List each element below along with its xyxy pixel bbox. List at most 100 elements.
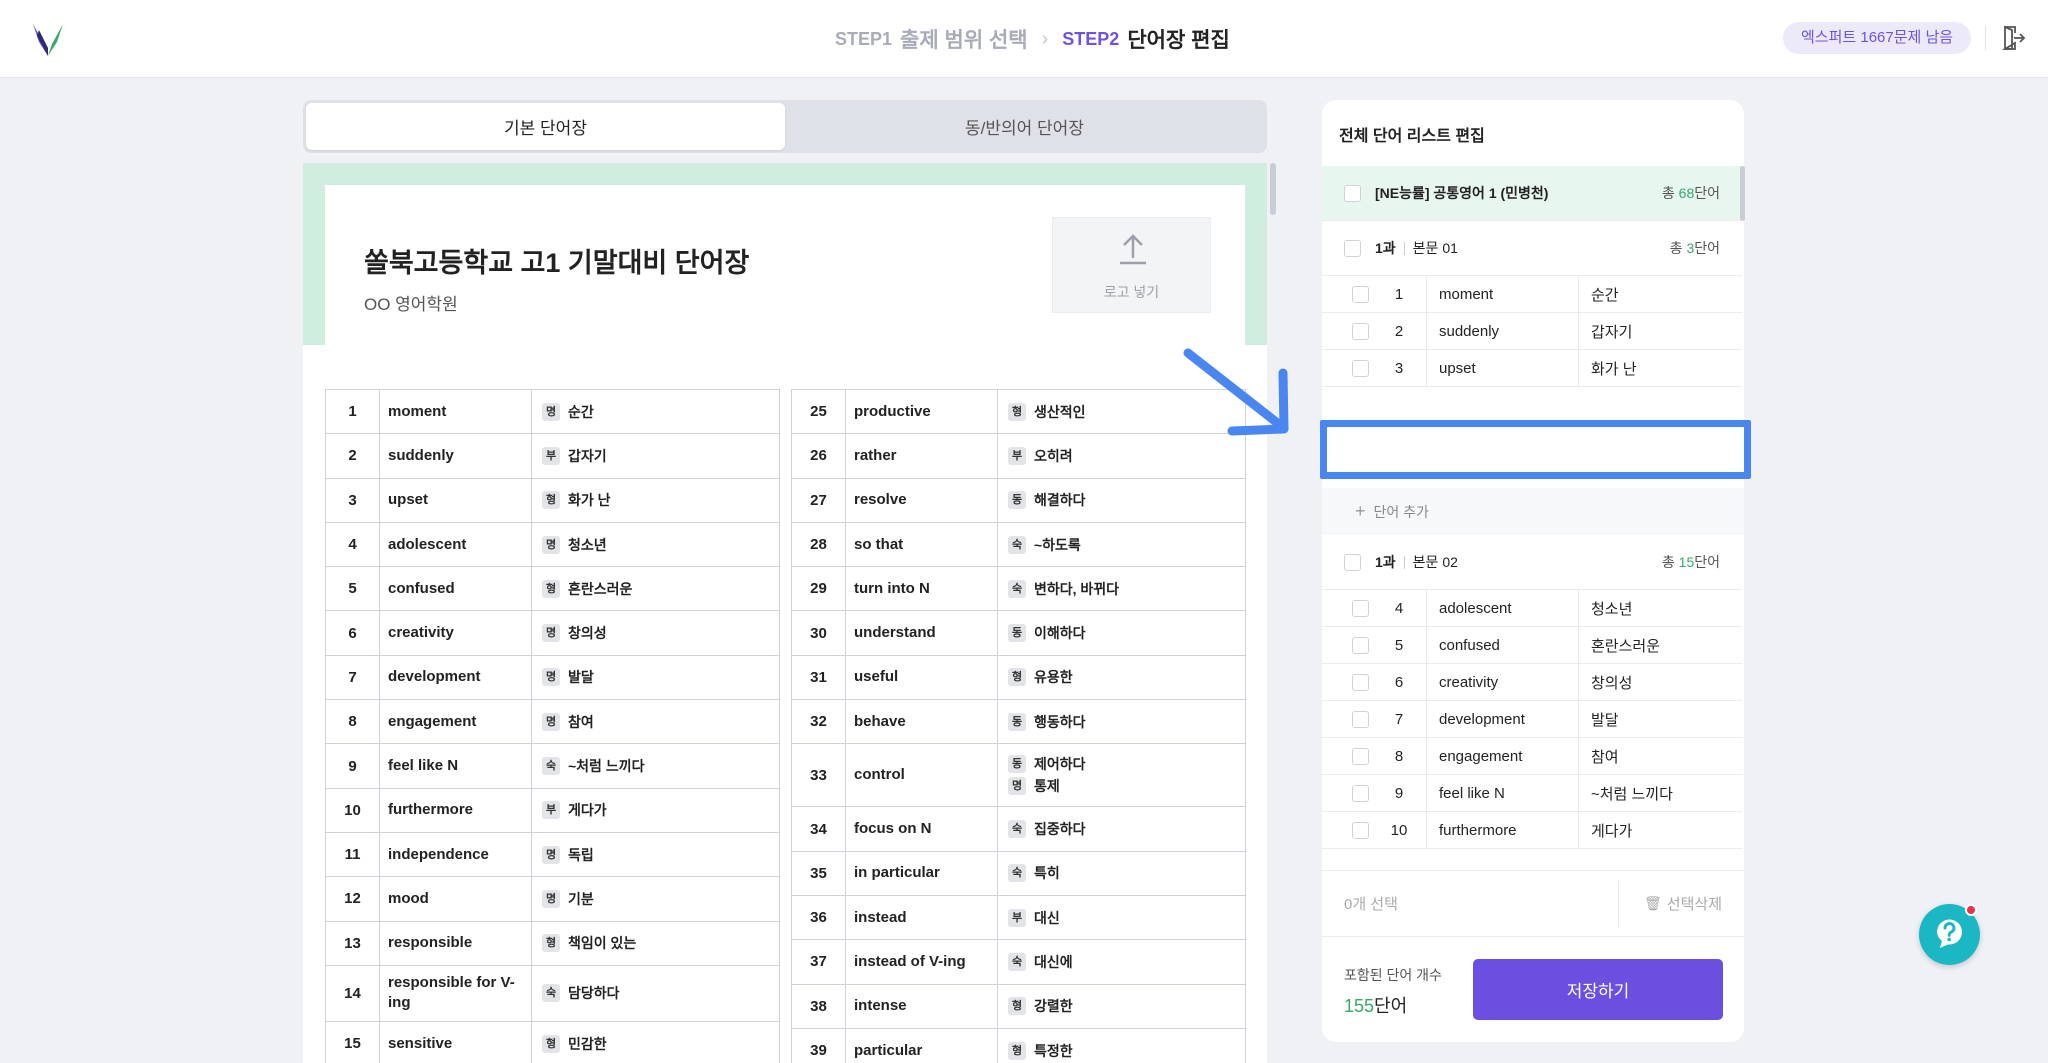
checkbox[interactable] — [1352, 747, 1369, 765]
wordbook-title[interactable]: 쏠북고등학교 고1 기말대비 단어장 — [364, 241, 749, 280]
word-list-item[interactable]: 4 adolescent 청소년 — [1322, 590, 1742, 627]
help-chat-button[interactable] — [1919, 904, 1980, 965]
word-number: 7 — [1394, 710, 1404, 728]
korean-meaning-cell[interactable]: 게다가 — [1578, 812, 1742, 848]
highlight-box — [1320, 420, 1751, 479]
korean-meaning-cell[interactable]: 창의성 — [1578, 664, 1742, 700]
tab-synonym-wordbook[interactable]: 동/반의어 단어장 — [785, 103, 1264, 150]
korean-meaning-cell[interactable]: 참여 — [1578, 738, 1742, 774]
textbook-group-row[interactable]: [NE능률] 공통영어 1 (민병천) 총 68단어 — [1322, 166, 1742, 221]
english-word-cell[interactable]: creativity — [1426, 664, 1578, 700]
word-number: 3 — [325, 477, 380, 523]
word-table-row: 2 suddenly 부 갑자기 — [325, 433, 780, 479]
word-number: 11 — [325, 831, 380, 878]
lesson-row[interactable]: 1과 본문 01 총 3단어 — [1322, 221, 1742, 276]
part-of-speech-badge: 형 — [542, 491, 560, 510]
word-number: 29 — [791, 566, 846, 612]
step1-number[interactable]: STEP1 — [835, 29, 892, 50]
part-of-speech-badge: 형 — [1008, 997, 1026, 1016]
korean-meaning-cell[interactable]: 갑자기 — [1578, 313, 1742, 349]
checkbox[interactable] — [1352, 673, 1369, 691]
word-meaning: 명 발달 — [531, 654, 780, 701]
word-list-item[interactable]: 9 feel like N ~처럼 느끼다 — [1322, 775, 1742, 812]
meaning-text: 오히려 — [1034, 447, 1073, 464]
checkbox[interactable] — [1352, 710, 1369, 728]
checkbox[interactable] — [1352, 359, 1369, 377]
part-of-speech-badge: 형 — [1008, 668, 1026, 687]
lesson-row[interactable]: 1과 본문 02 총 15단어 — [1322, 535, 1742, 590]
english-word-cell[interactable]: moment — [1426, 276, 1578, 312]
add-word-button[interactable]: + 단어 추가 — [1322, 488, 1744, 535]
word-list-item[interactable]: 10 furthermore 게다가 — [1322, 812, 1742, 849]
checkbox[interactable] — [1352, 285, 1369, 303]
word-number: 9 — [1394, 784, 1404, 802]
checkbox[interactable] — [1352, 784, 1369, 802]
korean-meaning-cell[interactable]: 혼란스러운 — [1578, 627, 1742, 663]
part-of-speech-badge: 명 — [542, 624, 560, 643]
english-word-cell[interactable]: furthermore — [1426, 812, 1578, 848]
word-table-row: 25 productive 형 생산적인 — [791, 388, 1246, 435]
word-list-scrollbar[interactable] — [1740, 166, 1745, 221]
word-number: 37 — [791, 939, 846, 985]
word-number: 30 — [791, 610, 846, 656]
lesson-total: 총 15단어 — [1661, 554, 1720, 570]
lesson-number: 1과 — [1375, 240, 1396, 256]
korean-meaning-cell[interactable]: 청소년 — [1578, 590, 1742, 626]
step1-label[interactable]: 출제 범위 선택 — [900, 24, 1028, 54]
english-word-cell[interactable]: development — [1426, 701, 1578, 737]
academy-name[interactable]: OO 영어학원 — [364, 290, 458, 315]
checkbox[interactable] — [1344, 553, 1361, 571]
checkbox[interactable] — [1352, 821, 1369, 839]
english-word-cell[interactable]: confused — [1426, 627, 1578, 663]
checkbox[interactable] — [1352, 636, 1369, 654]
word-table-row: 33 control 동 제어하다 명 통제 — [791, 743, 1246, 808]
logo-upload-button[interactable]: 로고 넣기 — [1052, 217, 1211, 313]
english-word: resolve — [845, 477, 998, 523]
word-list-item[interactable]: 5 confused 혼란스러운 — [1322, 627, 1742, 664]
word-list-item[interactable]: 2 suddenly 갑자기 — [1322, 313, 1742, 350]
word-number: 4 — [1394, 599, 1404, 617]
delete-selected-button[interactable]: 🗑 선택삭제 — [1644, 893, 1722, 914]
word-meaning: 부 갑자기 — [531, 433, 780, 479]
korean-meaning-cell[interactable]: 발달 — [1578, 701, 1742, 737]
checkbox[interactable] — [1344, 184, 1361, 202]
word-list-item[interactable]: 8 engagement 참여 — [1322, 738, 1742, 775]
word-list-item[interactable]: 6 creativity 창의성 — [1322, 664, 1742, 701]
checkbox[interactable] — [1352, 322, 1369, 340]
korean-meaning-cell[interactable]: ~처럼 느끼다 — [1578, 775, 1742, 811]
save-button[interactable]: 저장하기 — [1473, 959, 1723, 1020]
divider — [1618, 881, 1619, 927]
meaning-text: 집중하다 — [1034, 821, 1086, 838]
word-meaning: 숙 ~처럼 느끼다 — [531, 743, 780, 789]
word-list: [NE능률] 공통영어 1 (민병천) 총 68단어 1과 본문 01 총 3단… — [1322, 166, 1744, 870]
checkbox[interactable] — [1344, 239, 1361, 257]
part-of-speech-badge: 형 — [542, 1034, 560, 1053]
english-word-cell[interactable]: engagement — [1426, 738, 1578, 774]
word-number: 1 — [1394, 285, 1404, 303]
korean-meaning-cell[interactable]: 화가 난 — [1578, 350, 1742, 386]
english-word-cell[interactable]: upset — [1426, 350, 1578, 386]
word-meaning: 숙 집중하다 — [997, 806, 1246, 852]
english-word-cell[interactable]: suddenly — [1426, 313, 1578, 349]
meaning-text: 담당하다 — [568, 985, 620, 1002]
word-meaning: 명 청소년 — [531, 521, 780, 568]
english-word-cell[interactable]: adolescent — [1426, 590, 1578, 626]
group-total: 총 68단어 — [1661, 185, 1720, 201]
korean-meaning-cell[interactable]: 순간 — [1578, 276, 1742, 312]
exit-icon[interactable] — [2002, 25, 2026, 51]
english-word-cell[interactable]: feel like N — [1426, 775, 1578, 811]
brand-v-logo[interactable] — [33, 22, 63, 58]
word-number: 34 — [791, 806, 846, 852]
english-word: suddenly — [379, 433, 532, 479]
panel-title: 전체 단어 리스트 편집 — [1339, 128, 1485, 145]
meaning-text: 책임이 있는 — [568, 935, 637, 952]
english-word: understand — [845, 610, 998, 656]
preview-scrollbar[interactable] — [1270, 163, 1276, 215]
part-of-speech-badge: 동 — [1008, 491, 1026, 510]
tab-basic-wordbook[interactable]: 기본 단어장 — [306, 103, 785, 150]
word-list-item[interactable]: 7 development 발달 — [1322, 701, 1742, 738]
word-list-item[interactable]: 1 moment 순간 — [1322, 276, 1742, 313]
checkbox[interactable] — [1352, 599, 1369, 617]
word-list-item[interactable]: 3 upset 화가 난 — [1322, 350, 1742, 387]
meaning-text: 참여 — [568, 713, 594, 730]
